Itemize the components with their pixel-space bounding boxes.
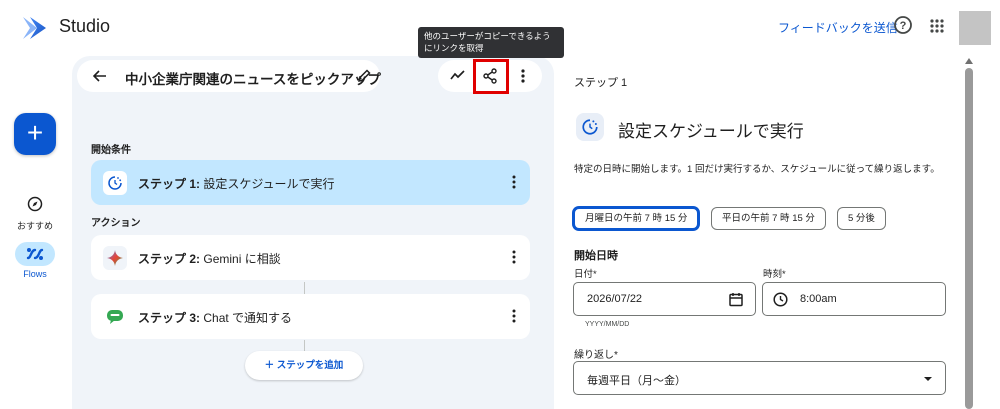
dropdown-arrow-icon (924, 377, 932, 381)
svg-text:?: ? (900, 20, 907, 32)
share-highlight-box (473, 59, 509, 94)
step-label: ステップ 1: 設定スケジュールで実行 (138, 177, 335, 191)
action-section-label: アクション (91, 218, 141, 229)
share-tooltip: 他のユーザーがコピーできるようにリンクを取得 (418, 27, 564, 58)
more-vert-icon[interactable] (521, 68, 525, 84)
date-value: 2026/07/22 (587, 293, 643, 305)
rail-item-label: Flows (23, 269, 47, 279)
step-label: ステップ 3: Chat で通知する (138, 311, 293, 325)
clock-icon (773, 292, 788, 307)
activity-chart-icon[interactable] (450, 69, 466, 81)
step-label: ステップ 2: Gemini に相談 (138, 252, 281, 266)
more-vert-icon[interactable] (512, 174, 516, 190)
back-arrow-icon[interactable] (93, 70, 107, 82)
edit-pencil-icon[interactable] (357, 69, 371, 83)
detail-step-label: ステップ 1 (574, 77, 628, 89)
repeat-value: 毎週平日（月〜金） (587, 375, 686, 387)
date-format-hint: YYYY/MM/DD (585, 321, 630, 328)
rail-item-recommended[interactable]: おすすめ (10, 192, 60, 232)
calendar-icon[interactable] (729, 292, 743, 307)
apps-grid-icon[interactable] (929, 18, 945, 34)
feedback-link[interactable]: フィードバックを送信 (778, 19, 898, 36)
gemini-icon (103, 246, 127, 270)
schedule-chip-weekdays[interactable]: 平日の午前 7 時 15 分 (711, 207, 826, 230)
step-card-3[interactable]: ステップ 3: Chat で通知する (91, 294, 530, 339)
app-name: Studio (59, 16, 111, 36)
avatar[interactable] (959, 11, 991, 45)
rail-item-flows[interactable]: Flows (10, 242, 60, 279)
date-label: 日付* (574, 269, 597, 280)
create-button[interactable]: + (14, 113, 56, 155)
repeat-select[interactable]: 毎週平日（月〜金） (573, 361, 946, 395)
flow-panel: 中小企業庁関連のニュースをピックアップ 開始条件 ステップ 1: 設定スケジュー… (72, 56, 554, 409)
scroll-up-arrow-icon[interactable] (965, 58, 973, 64)
rail-item-label: おすすめ (16, 221, 53, 231)
time-value: 8:00am (800, 293, 837, 305)
help-circle-icon[interactable]: ? (893, 15, 913, 35)
repeat-label: 繰り返し* (574, 350, 618, 361)
more-vert-icon[interactable] (512, 308, 516, 324)
schedule-chip-5min[interactable]: 5 分後 (837, 207, 886, 230)
start-section-label: 開始条件 (91, 145, 131, 156)
detail-description: 特定の日時に開始します。1 回だけ実行するか、スケジュールに従って繰り返します。 (574, 164, 940, 175)
schedule-icon (576, 113, 604, 141)
schedule-icon (103, 171, 127, 195)
detail-heading: 設定スケジュールで実行 (618, 122, 804, 141)
time-label: 時刻* (763, 269, 786, 280)
scrollbar-thumb[interactable] (965, 68, 973, 409)
studio-logo-icon (23, 17, 46, 39)
add-step-button[interactable]: ＋ ステップを追加 (245, 351, 363, 380)
step-detail-panel: ステップ 1 設定スケジュールで実行 特定の日時に開始します。1 回だけ実行する… (560, 56, 980, 409)
compass-icon (27, 196, 43, 212)
chat-icon (103, 305, 127, 329)
flows-icon (26, 248, 44, 260)
start-datetime-label: 開始日時 (574, 250, 618, 262)
time-field[interactable]: 8:00am (762, 282, 946, 316)
flow-title-bar: 中小企業庁関連のニュースをピックアップ (77, 60, 381, 92)
schedule-chip-monday[interactable]: 月曜日の午前 7 時 15 分 (573, 207, 700, 230)
flow-title: 中小企業庁関連のニュースをピックアップ (125, 72, 381, 87)
more-vert-icon[interactable] (512, 249, 516, 265)
step-card-2[interactable]: ステップ 2: Gemini に相談 (91, 235, 530, 280)
date-field[interactable]: 2026/07/22 (573, 282, 756, 316)
step-card-1[interactable]: ステップ 1: 設定スケジュールで実行 (91, 160, 530, 205)
step-connector (304, 282, 305, 294)
